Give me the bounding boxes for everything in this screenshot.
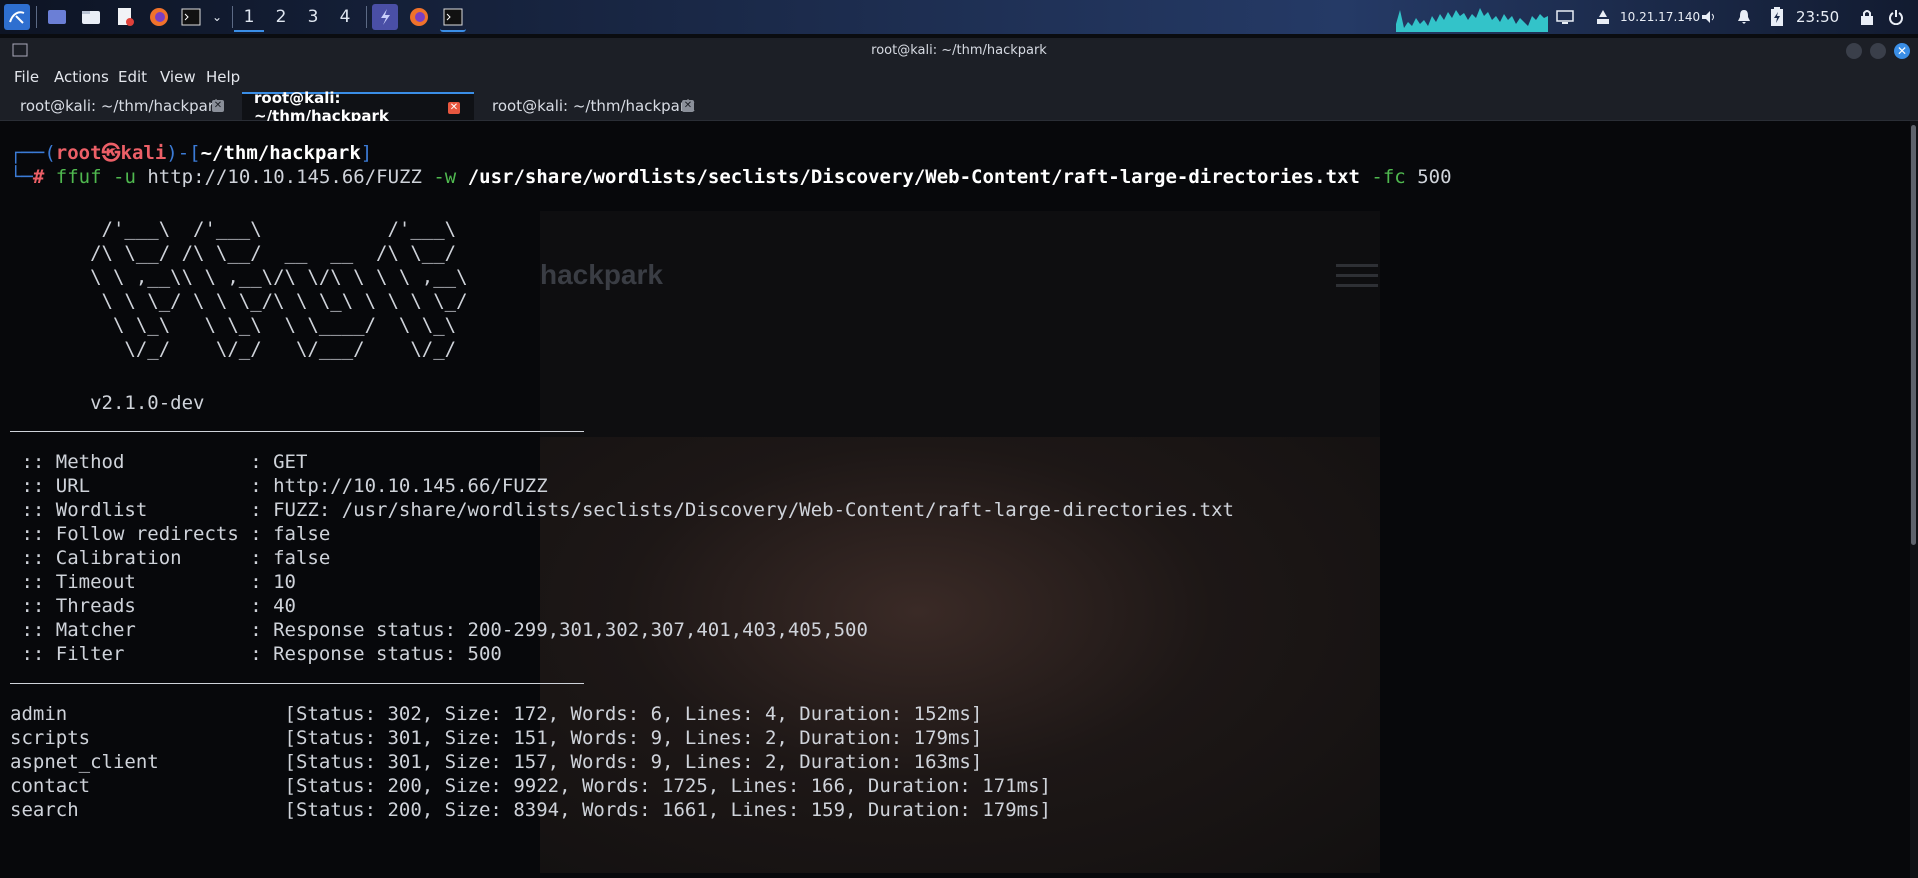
tab-1[interactable]: root@kali: ~/thm/hackpark ✕	[8, 92, 236, 120]
volume-icon[interactable]	[1700, 6, 1718, 28]
tab-close-icon[interactable]: ✕	[448, 102, 460, 114]
firefox-icon[interactable]	[146, 4, 172, 30]
ip-address: 10.21.17.140	[1620, 10, 1701, 24]
workspace-3[interactable]: 3	[298, 4, 328, 30]
text-editor-icon[interactable]	[112, 4, 138, 30]
terminal-window: root@kali: ~/thm/hackpark ✕ File Actions…	[0, 38, 1918, 878]
terminal-icon[interactable]	[178, 4, 204, 30]
tab-label: root@kali: ~/thm/hackpark	[254, 89, 389, 125]
cmd-wordlist: /usr/share/wordlists/seclists/Discovery/…	[467, 166, 1360, 188]
cpu-graph	[1396, 8, 1548, 32]
tab-close-icon[interactable]: ✕	[682, 100, 694, 112]
result-line: scripts [Status: 301, Size: 151, Words: …	[10, 727, 983, 749]
menu-edit[interactable]: Edit	[118, 68, 147, 86]
divider	[10, 683, 584, 684]
tab-2[interactable]: root@kali: ~/thm/hackpark ✕	[242, 89, 474, 125]
command-line: └─# ffuf -u http://10.10.145.66/FUZZ -w …	[10, 166, 1452, 188]
terminal-task-icon[interactable]	[440, 4, 466, 32]
menu-file[interactable]: File	[14, 68, 39, 86]
workspace-2[interactable]: 2	[266, 4, 296, 30]
banner-line: \ \ ,__\\ \ ,__\/\ \/\ \ \ \ ,__\	[10, 266, 537, 288]
close-button[interactable]: ✕	[1894, 43, 1910, 59]
config-line: :: Method : GET	[10, 451, 308, 473]
maximize-button[interactable]	[1870, 43, 1886, 59]
workspace-1[interactable]: 1	[234, 4, 264, 32]
config-line: :: Matcher : Response status: 200-299,30…	[10, 619, 868, 641]
clock[interactable]: 23:50	[1796, 6, 1839, 28]
tab-label: root@kali: ~/thm/hackpark	[492, 97, 695, 115]
cmd-flag: -fc	[1371, 166, 1406, 188]
cmd-name: ffuf	[55, 166, 102, 188]
result-line: admin [Status: 302, Size: 172, Words: 6,…	[10, 703, 983, 725]
file-manager-icon[interactable]	[78, 4, 104, 30]
lock-icon[interactable]	[1860, 6, 1874, 28]
title-bar[interactable]: root@kali: ~/thm/hackpark ✕	[0, 38, 1918, 64]
version-line: v2.1.0-dev	[10, 392, 205, 414]
notification-bell-icon[interactable]	[1736, 6, 1752, 28]
result-line: contact [Status: 200, Size: 9922, Words:…	[10, 775, 1051, 797]
power-icon[interactable]	[1888, 6, 1904, 28]
prompt-path: ~/thm/hackpark	[200, 142, 361, 164]
tab-3[interactable]: root@kali: ~/thm/hackpark ✕	[480, 92, 708, 120]
banner-line: \/_/ \/_/ \/___/ \/_/	[10, 338, 537, 360]
config-line: :: Follow redirects : false	[10, 523, 331, 545]
hamburger-icon	[1336, 264, 1378, 267]
cmd-flag: -w	[433, 166, 457, 188]
divider	[10, 431, 584, 432]
menu-help[interactable]: Help	[206, 68, 240, 86]
result-line: aspnet_client [Status: 301, Size: 157, W…	[10, 751, 983, 773]
banner-line: \ \ \_/ \ \ \_/\ \ \_\ \ \ \ \_/	[10, 290, 537, 312]
background-page-title: hackpark	[540, 259, 663, 290]
window-title: root@kali: ~/thm/hackpark	[871, 43, 1047, 58]
prompt-line: ┌──(root㉿kali)-[~/thm/hackpark]	[10, 142, 373, 164]
config-line: :: Threads : 40	[10, 595, 296, 617]
cmd-fc-value: 500	[1417, 166, 1452, 188]
config-line: :: Timeout : 10	[10, 571, 296, 593]
desktop-icon[interactable]	[44, 4, 70, 30]
cmd-flag: -u	[113, 166, 136, 188]
result-line: search [Status: 200, Size: 8394, Words: …	[10, 799, 1051, 821]
display-icon[interactable]	[1556, 6, 1574, 28]
banner-line: /'___\ /'___\ /'___\	[10, 218, 537, 240]
battery-icon[interactable]	[1770, 6, 1784, 28]
scrollbar-thumb[interactable]	[1911, 125, 1916, 545]
tab-close-icon[interactable]: ✕	[212, 100, 224, 112]
banner-line: \ \_\ \ \_\ \ \____/ \ \_\	[10, 314, 537, 336]
config-line: :: Calibration : false	[10, 547, 331, 569]
hamburger-icon	[1336, 274, 1378, 277]
terminal-output[interactable]: hackpark ┌──(root㉿kali)-[~/thm/hackpark]…	[0, 121, 1910, 878]
menu-bar: File Actions Edit View Help	[0, 64, 1918, 90]
scrollbar[interactable]	[1910, 121, 1918, 878]
kali-menu-icon[interactable]	[4, 4, 30, 30]
top-panel: ⌄ 1 2 3 4 10.21.17.140 23:50	[0, 0, 1918, 34]
tab-bar: root@kali: ~/thm/hackpark ✕ root@kali: ~…	[0, 89, 1918, 125]
config-line: :: Wordlist : FUZZ: /usr/share/wordlists…	[10, 499, 1234, 521]
app-launcher-icon[interactable]	[372, 4, 398, 30]
tab-label: root@kali: ~/thm/hackpark	[20, 97, 223, 115]
banner-line: /\ \__/ /\ \__/ __ __ /\ \__/	[10, 242, 537, 264]
chevron-down-icon[interactable]: ⌄	[204, 4, 230, 30]
minimize-button[interactable]	[1846, 43, 1862, 59]
config-line: :: URL : http://10.10.145.66/FUZZ	[10, 475, 548, 497]
cmd-url: http://10.10.145.66/FUZZ	[147, 166, 422, 188]
menu-view[interactable]: View	[160, 68, 196, 86]
firefox-task-icon[interactable]	[406, 4, 432, 30]
hamburger-icon	[1336, 284, 1378, 287]
network-icon[interactable]	[1594, 6, 1612, 28]
menu-actions[interactable]: Actions	[54, 68, 109, 86]
prompt-user: root㉿kali	[55, 142, 167, 164]
workspace-4[interactable]: 4	[330, 4, 360, 30]
config-line: :: Filter : Response status: 500	[10, 643, 502, 665]
